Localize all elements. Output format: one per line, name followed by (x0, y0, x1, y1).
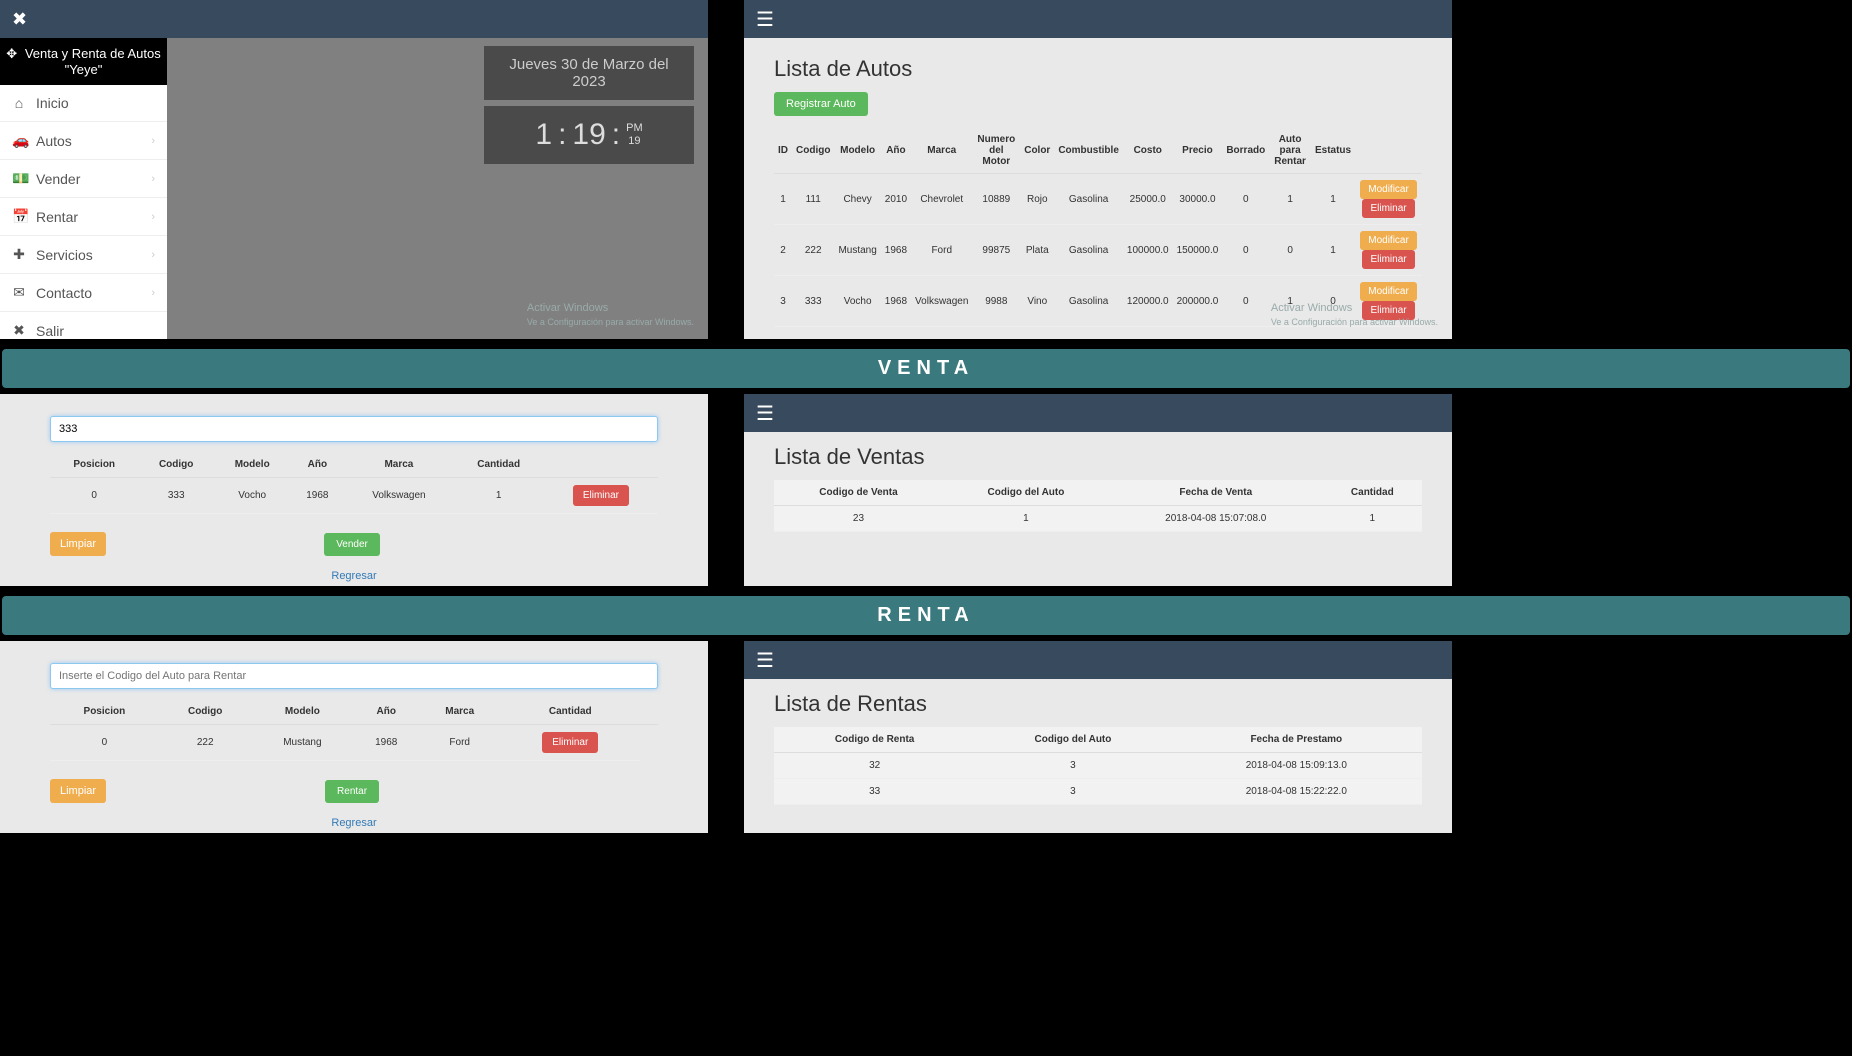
page-title: Lista de Autos (744, 38, 1452, 92)
brand-name: Venta y Renta de Autos (25, 46, 161, 61)
sidebar-item-label: Contacto (36, 285, 92, 301)
rentar-icon: 📅 (12, 208, 26, 225)
table-row: 2312018-04-08 15:07:08.01 (774, 506, 1422, 532)
contacto-icon: ✉ (12, 284, 26, 301)
renta-cart-table: PosicionCodigoModeloAñoMarcaCantidad 022… (50, 699, 658, 761)
windows-watermark: Activar Windows Ve a Configuración para … (1271, 301, 1438, 329)
chevron-right-icon: › (151, 249, 155, 261)
brand-header: ✥ Venta y Renta de Autos "Yeye" (0, 38, 167, 85)
sidebar-item-inicio[interactable]: ⌂ Inicio (0, 85, 167, 122)
sidebar-item-label: Vender (36, 171, 80, 187)
ventas-table: Codigo de VentaCodigo del AutoFecha de V… (774, 480, 1422, 532)
sidebar: ⌂ Inicio 🚗 Autos › 💵 Vender › 📅 Rentar › ✚ Servicios… (0, 85, 167, 339)
delete-button[interactable]: Eliminar (1362, 199, 1414, 218)
sidebar-item-rentar[interactable]: 📅 Rentar › (0, 198, 167, 236)
delete-button[interactable]: Eliminar (542, 732, 598, 753)
rentas-table: Codigo de RentaCodigo del AutoFecha de P… (774, 727, 1422, 805)
hamburger-icon[interactable]: ☰ (756, 401, 774, 426)
hamburger-icon[interactable]: ☰ (756, 7, 774, 32)
servicios-icon: ✚ (12, 246, 26, 263)
sidebar-item-servicios[interactable]: ✚ Servicios › (0, 236, 167, 274)
date-display: Jueves 30 de Marzo del 2023 (484, 46, 694, 100)
delete-button[interactable]: Eliminar (573, 485, 629, 506)
renta-banner: RENTA (2, 596, 1850, 635)
vender-button[interactable]: Vender (324, 533, 380, 556)
back-link[interactable]: Regresar (50, 570, 658, 582)
delete-button[interactable]: Eliminar (1362, 250, 1414, 269)
windows-watermark: Activar Windows Ve a Configuración para … (527, 301, 694, 329)
venta-code-input[interactable] (50, 416, 658, 442)
sidebar-item-label: Servicios (36, 247, 93, 263)
inicio-icon: ⌂ (12, 95, 26, 111)
table-row: 3332018-04-08 15:22:22.0 (774, 779, 1422, 805)
time-display: 1 : 19 : PM 19 (484, 106, 694, 164)
modify-button[interactable]: Modificar (1360, 180, 1417, 199)
sidebar-item-label: Salir (36, 323, 64, 339)
sidebar-item-label: Rentar (36, 209, 78, 225)
sidebar-item-label: Autos (36, 133, 72, 149)
close-icon[interactable]: ✖ (12, 9, 27, 30)
sidebar-item-salir[interactable]: ✖ Salir (0, 312, 167, 339)
chevron-right-icon: › (151, 211, 155, 223)
venta-cart-table: PosicionCodigoModeloAñoMarcaCantidad 033… (50, 452, 658, 514)
venta-banner: VENTA (2, 349, 1850, 388)
table-row: 3232018-04-08 15:09:13.0 (774, 753, 1422, 779)
autos-table: IDCodigoModeloAñoMarcaNumero del MotorCo… (774, 128, 1422, 327)
sidebar-item-vender[interactable]: 💵 Vender › (0, 160, 167, 198)
chevron-right-icon: › (151, 173, 155, 185)
clear-button[interactable]: Limpiar (50, 532, 106, 556)
clear-button[interactable]: Limpiar (50, 779, 106, 803)
sidebar-item-label: Inicio (36, 95, 69, 111)
salir-icon: ✖ (12, 322, 26, 339)
sidebar-item-contacto[interactable]: ✉ Contacto › (0, 274, 167, 312)
renta-code-input[interactable] (50, 663, 658, 689)
chevron-right-icon: › (151, 287, 155, 299)
modify-button[interactable]: Modificar (1360, 231, 1417, 250)
page-title: Lista de Rentas (744, 679, 1452, 727)
move-icon: ✥ (6, 46, 17, 61)
register-auto-button[interactable]: Registrar Auto (774, 92, 868, 116)
dashboard-overlay: Jueves 30 de Marzo del 2023 1 : 19 : PM … (167, 38, 708, 339)
page-title: Lista de Ventas (744, 432, 1452, 480)
modify-button[interactable]: Modificar (1360, 282, 1417, 301)
table-row: 1111Chevy2010Chevrolet10889RojoGasolina2… (774, 174, 1422, 225)
sidebar-item-autos[interactable]: 🚗 Autos › (0, 122, 167, 160)
vender-icon: 💵 (12, 170, 26, 187)
rentar-button[interactable]: Rentar (325, 780, 379, 803)
autos-icon: 🚗 (12, 132, 26, 149)
hamburger-icon[interactable]: ☰ (756, 648, 774, 673)
chevron-right-icon: › (151, 135, 155, 147)
back-link[interactable]: Regresar (50, 817, 658, 829)
brand-sub: "Yeye" (65, 62, 103, 77)
table-row: 2222Mustang1968Ford99875PlataGasolina100… (774, 225, 1422, 276)
